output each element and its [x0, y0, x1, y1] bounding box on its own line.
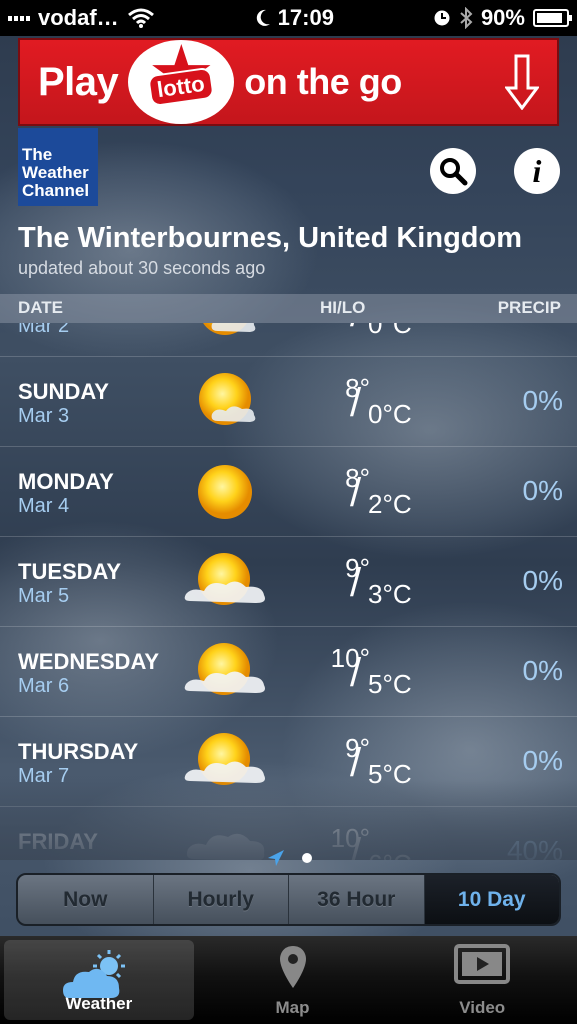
ad-play-text: Play	[38, 59, 119, 104]
tab-bar: Weather Map Video	[0, 936, 577, 1024]
carrier-label: vodaf…	[38, 5, 119, 30]
temp-divider: /	[350, 471, 362, 515]
temp-divider: /	[350, 561, 362, 605]
forecast-day: TUESDAY	[18, 559, 122, 584]
partly-cloudy-icon	[180, 549, 270, 615]
weather-icon	[62, 950, 125, 998]
temp-low: 5°C	[368, 669, 412, 699]
segment-now[interactable]: Now	[18, 875, 154, 924]
forecast-date: Mar 3	[18, 405, 70, 427]
forecast-day: MONDAY	[18, 469, 114, 494]
video-icon	[454, 944, 511, 984]
temp-divider: /	[350, 651, 362, 695]
forecast-day: WEDNESDAY	[18, 649, 159, 674]
logo-line-1: The	[22, 145, 53, 164]
temp-divider: /	[350, 741, 362, 785]
forecast-date: Mar 5	[18, 585, 70, 607]
hi-lo-temp: / 0°C	[316, 323, 426, 347]
updated-label: updated about 30 seconds ago	[18, 258, 266, 278]
tab-map[interactable]: Map	[198, 936, 388, 1024]
forecast-date: Mar 6	[18, 675, 70, 697]
temp-divider: /	[350, 323, 361, 333]
battery-percent: 90%	[480, 5, 525, 30]
segment-hourly[interactable]: Hourly	[154, 875, 289, 924]
forecast-date: Mar 4	[18, 495, 70, 517]
search-button[interactable]	[430, 148, 476, 194]
wifi-icon	[127, 8, 154, 28]
partly-sunny-icon	[180, 369, 270, 435]
forecast-row[interactable]: SUNDAY Mar 3 8°/0°C 0%	[0, 357, 577, 447]
map-pin-icon	[279, 946, 306, 988]
page-dot	[302, 853, 312, 863]
clock-time: 17:09	[277, 5, 334, 30]
precip-chance: 0%	[522, 475, 563, 506]
weather-channel-logo: The Weather Channel	[18, 128, 98, 206]
battery-icon	[532, 9, 572, 27]
signal-icon	[8, 15, 30, 21]
tab-weather[interactable]: Weather	[4, 940, 194, 1020]
down-arrow-icon	[505, 54, 539, 110]
forecast-day: THURSDAY	[18, 739, 139, 764]
partly-sunny-icon	[180, 323, 270, 345]
logo-line-3: Channel	[22, 181, 90, 200]
sun-icon	[180, 459, 270, 525]
temp-low: 3°C	[368, 579, 412, 609]
search-icon	[440, 158, 468, 186]
hi-lo-temp: 10°/5°C	[316, 643, 426, 707]
hi-lo-temp: 9°/3°C	[316, 553, 426, 617]
info-icon: i	[532, 152, 542, 189]
temp-low: 0°C	[368, 399, 412, 429]
alarm-icon	[434, 10, 450, 26]
tab-video-label: Video	[459, 998, 506, 1017]
hi-lo-temp: 8°/2°C	[316, 463, 426, 527]
forecast-table-header: DATE HI/LO PRECIP	[0, 294, 577, 323]
col-hilo: HI/LO	[320, 298, 366, 317]
page-indicator	[266, 848, 312, 868]
partly-cloudy-icon	[180, 639, 270, 705]
status-bar: vodaf… 17:09 90%	[0, 0, 577, 36]
forecast-date: Mar 2	[18, 323, 70, 337]
forecast-row[interactable]: WEDNESDAY Mar 6 10°/5°C 0%	[0, 627, 577, 717]
forecast-range-selector[interactable]: Now Hourly 36 Hour 10 Day	[16, 873, 561, 926]
lotto-logo: ★ lotto	[128, 36, 235, 124]
precip-chance: 0%	[522, 745, 563, 776]
hi-lo-temp: 8°/0°C	[316, 373, 426, 437]
temp-low: 0°C	[368, 323, 412, 339]
logo-line-2: Weather	[22, 163, 89, 182]
ad-banner[interactable]: Play ★ lotto on the go	[18, 36, 559, 126]
info-button[interactable]: i	[514, 148, 560, 194]
tab-video[interactable]: Video	[387, 936, 577, 1024]
precip-chance: 0%	[522, 565, 563, 596]
col-date: DATE	[18, 298, 64, 317]
precip-chance: 0%	[522, 385, 563, 416]
moon-icon	[256, 9, 270, 26]
forecast-row[interactable]: TUESDAY Mar 5 9°/3°C 0%	[0, 537, 577, 627]
segment-36-hour[interactable]: 36 Hour	[289, 875, 425, 924]
col-precip: PRECIP	[497, 298, 561, 317]
bluetooth-icon	[460, 7, 473, 29]
tab-map-label: Map	[275, 998, 310, 1017]
precip-chance: 0%	[522, 655, 563, 686]
location-arrow-icon	[268, 850, 284, 866]
segment-10-day[interactable]: 10 Day	[424, 875, 559, 924]
temp-divider: /	[350, 381, 362, 425]
location-title: The Winterbournes, United Kingdom	[18, 222, 523, 254]
temp-low: 2°C	[368, 489, 412, 519]
ad-tagline: on the go	[244, 61, 402, 102]
forecast-row[interactable]: Mar 2 / 0°C	[0, 323, 577, 357]
forecast-row[interactable]: MONDAY Mar 4 8°/2°C 0%	[0, 447, 577, 537]
forecast-day: SUNDAY	[18, 379, 109, 404]
